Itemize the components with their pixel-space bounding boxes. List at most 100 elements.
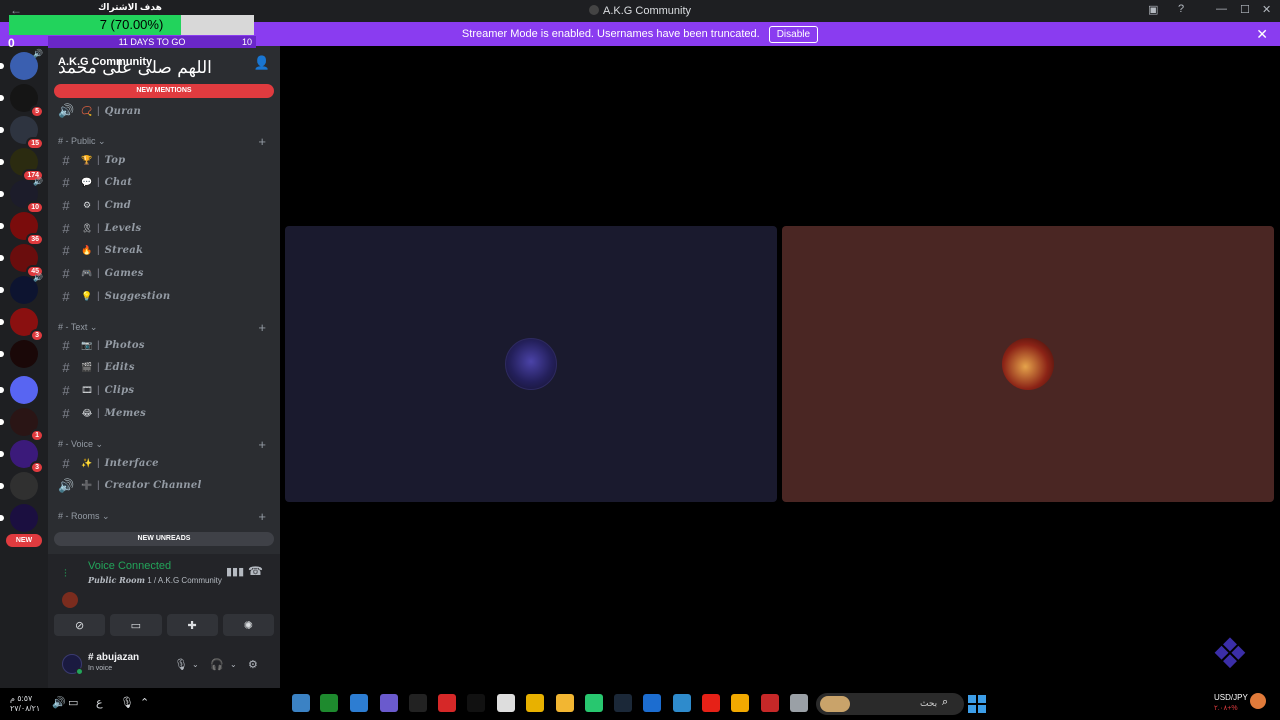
photos-app-icon[interactable] [292, 694, 310, 712]
close-window-button[interactable]: ✕ [1262, 3, 1271, 16]
server-icon[interactable]: 🔊 [0, 49, 43, 80]
channel-clips[interactable]: # 🎞 | Clips [58, 379, 270, 401]
channel-label: Edits [104, 362, 135, 374]
category-header[interactable]: # - Public ⌄ + [58, 134, 270, 150]
add-channel-icon[interactable]: + [258, 320, 266, 335]
server-icon[interactable]: 36 [0, 212, 44, 246]
server-icon[interactable]: 1 [0, 408, 44, 442]
channel-creator-channel[interactable]: 🔊 ➕ | Creator Channel [58, 475, 270, 497]
channel-top[interactable]: # 🏆 | Top [58, 149, 270, 171]
soundboard-button[interactable]: ✺ [222, 614, 274, 636]
activities-button[interactable]: ✚ [166, 614, 218, 636]
maximize-button[interactable]: ☐ [1240, 3, 1250, 16]
android-app-icon[interactable] [585, 694, 603, 712]
invite-people-icon[interactable]: 👤 [254, 55, 270, 71]
search-box[interactable]: بحث ⌕ [816, 693, 964, 715]
channel-cmd[interactable]: # ⚙ | Cmd [58, 194, 270, 216]
channel-memes[interactable]: # 😂 | Memes [58, 402, 270, 424]
channel-chat[interactable]: # 💬 | Chat [58, 172, 270, 194]
close-icon[interactable]: ✕ [1256, 26, 1268, 43]
text-channel-icon: # [62, 175, 70, 191]
headphones-icon[interactable]: 🎧 [210, 658, 224, 671]
file-explorer-app-icon[interactable] [556, 694, 574, 712]
signal-icon[interactable]: ⫶ [64, 568, 67, 581]
notes-app-icon[interactable] [790, 694, 808, 712]
minimize-button[interactable]: — [1216, 3, 1227, 15]
new-unreads-pill[interactable]: NEW [6, 534, 42, 547]
channel-photos[interactable]: # 📷 | Photos [58, 334, 270, 356]
store-app-icon[interactable] [350, 694, 368, 712]
channel-games[interactable]: # 🎮 | Games [58, 263, 270, 285]
dark-app-app-icon[interactable] [467, 694, 485, 712]
stock-ticker[interactable]: USD/JPY ٢.٠٨+% [1214, 693, 1248, 712]
disable-streamer-button[interactable]: Disable [768, 25, 819, 43]
weather-widget[interactable] [820, 696, 850, 712]
voice-member-avatar[interactable] [62, 592, 78, 608]
new-mentions-button[interactable]: NEW MENTIONS [54, 84, 274, 98]
participant-tile[interactable] [782, 226, 1274, 502]
server-icon[interactable]: 174 [0, 148, 44, 182]
discord-ptb-app-icon[interactable] [380, 694, 398, 712]
server-icon[interactable] [0, 472, 38, 500]
channel-emoji: 🔥 [81, 245, 93, 256]
inbox-icon[interactable]: ▣ [1148, 3, 1158, 16]
ms-store-app-icon[interactable] [643, 694, 661, 712]
chevron-down-icon[interactable]: ⌄ [230, 660, 237, 669]
volume-icon[interactable]: 🔊 [52, 696, 66, 709]
youtube-app-icon[interactable] [702, 694, 720, 712]
noise-suppression-icon[interactable]: ▮▮▮ [226, 565, 244, 578]
username[interactable]: # abujazan [88, 652, 139, 663]
clock[interactable]: ٥:٥٧ م ٢٧/٠٨/٢١ [10, 694, 40, 714]
rockstar-app-icon[interactable] [731, 694, 749, 712]
chevron-down-icon[interactable]: ⌄ [192, 660, 199, 669]
chrome-app-icon[interactable] [526, 694, 544, 712]
video-off-button[interactable]: ⊘ [54, 614, 106, 636]
channel-quran[interactable]: 🔊 📿 | Quran [58, 100, 270, 122]
mic-icon[interactable]: 🎙 [120, 696, 134, 709]
channel-streak[interactable]: # 🔥 | Streak [58, 240, 270, 262]
screen-share-button[interactable]: ▭ [110, 614, 162, 636]
voicemeeter-app-icon[interactable] [761, 694, 779, 712]
server-icon[interactable]: 3 [0, 440, 44, 474]
xbox-app-icon[interactable] [320, 694, 338, 712]
channel-emoji: 💬 [81, 177, 93, 188]
category-header[interactable]: # - Rooms ⌄ + [58, 509, 270, 525]
network-icon[interactable]: ▭ [68, 696, 78, 709]
roblox-app-icon[interactable] [497, 694, 515, 712]
category-header[interactable]: # - Voice ⌄ + [58, 437, 270, 453]
steam-app-icon[interactable] [614, 694, 632, 712]
disconnect-icon[interactable]: ☎ [248, 564, 263, 578]
participant-tile[interactable] [285, 226, 777, 502]
add-channel-icon[interactable]: + [258, 437, 266, 452]
channel-suggestion[interactable]: # 💡 | Suggestion [58, 285, 270, 307]
voice-status[interactable]: Voice Connected [88, 560, 171, 572]
gear-icon[interactable]: ⚙ [248, 658, 258, 671]
capcut-app-icon[interactable] [409, 694, 427, 712]
help-icon[interactable]: ? [1178, 3, 1184, 15]
server-icon[interactable]: 🔊 [0, 273, 43, 304]
chevron-up-icon[interactable]: ⌃ [140, 696, 149, 709]
edge-app-icon[interactable] [673, 694, 691, 712]
add-channel-icon[interactable]: + [258, 509, 266, 524]
server-icon[interactable]: 15 [0, 116, 44, 150]
mic-icon[interactable]: 🎙 [174, 658, 188, 671]
voice-room[interactable]: Public Room 1 / A.K.G Community [88, 575, 222, 585]
add-channel-icon[interactable]: + [258, 134, 266, 149]
voice-room-name: Public Room [88, 575, 145, 585]
language-indicator[interactable]: ع [96, 696, 103, 709]
server-icon[interactable]: 45 [0, 244, 44, 278]
server-icon[interactable] [0, 376, 38, 404]
unread-pill [0, 351, 4, 357]
channel-levels[interactable]: # 🎗 | Levels [58, 217, 270, 239]
server-icon[interactable] [0, 504, 38, 532]
server-icon[interactable]: 5 [0, 84, 44, 118]
recorder-app-icon[interactable] [438, 694, 456, 712]
channel-interface[interactable]: # ✨ | Interface [58, 452, 270, 474]
new-unreads-button[interactable]: NEW UNREADS [54, 532, 274, 546]
server-header[interactable]: اللهم صلى على محمد A.K.G Community 👤 [48, 46, 280, 82]
server-icon[interactable] [0, 340, 38, 368]
server-icon[interactable]: 🔊 10 [0, 177, 44, 214]
server-icon[interactable]: 3 [0, 308, 44, 342]
channel-edits[interactable]: # 🎬 | Edits [58, 357, 270, 379]
windows-start-icon[interactable] [968, 695, 986, 713]
